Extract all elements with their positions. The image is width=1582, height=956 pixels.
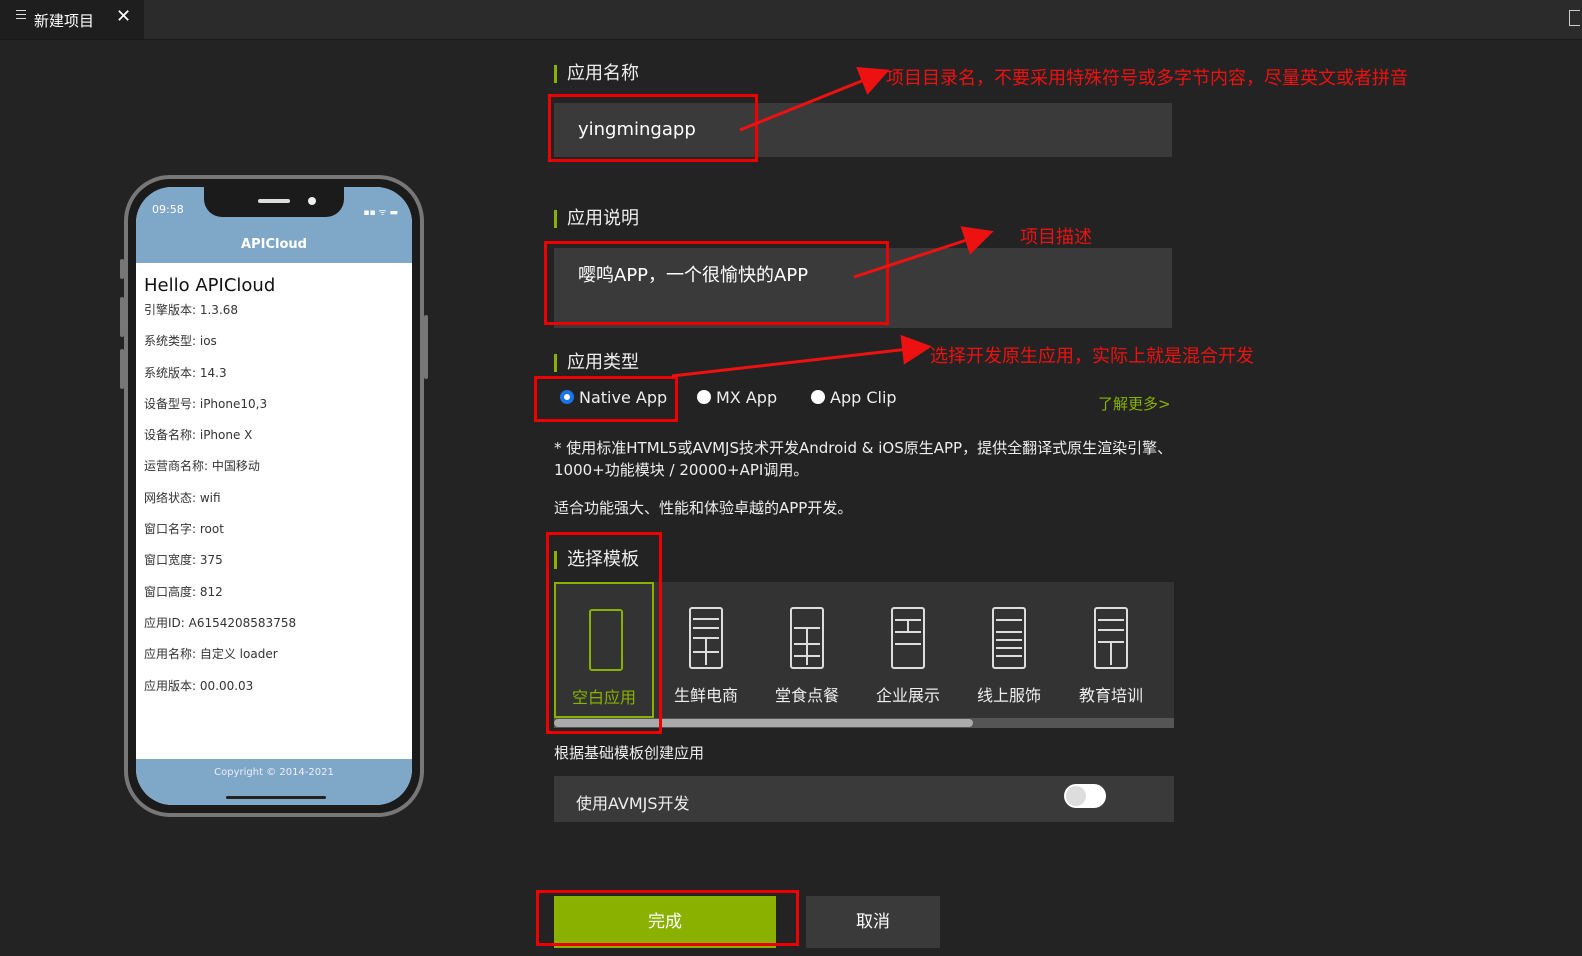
tab-new-project[interactable]: 新建项目 ✕ (0, 0, 144, 39)
radio-unchecked-icon (811, 390, 825, 404)
radio-checked-icon (560, 390, 574, 404)
learn-more-link[interactable]: 了解更多> (1098, 393, 1171, 414)
education-template-icon (1094, 607, 1128, 669)
info-line: 窗口名字: root (144, 522, 224, 537)
phone-side-button (120, 297, 124, 337)
template-carousel: 空白应用 生鲜电商 堂食点餐 企业展示 线上服饰 教育培训 (554, 582, 1174, 728)
info-line: 设备型号: iPhone10,3 (144, 396, 268, 411)
avmjs-toggle[interactable] (1064, 784, 1106, 808)
info-line: 应用版本: 00.00.03 (144, 678, 254, 693)
annotation-desc-note: 项目描述 (1020, 227, 1092, 248)
app-type-description: * 使用标准HTML5或AVMJS技术开发Android & iOS原生APP，… (554, 439, 1173, 479)
template-scrollbar[interactable] (554, 718, 1174, 728)
info-line: 系统类型: ios (144, 334, 217, 349)
phone-hello: Hello APICloud (144, 275, 276, 296)
phone-side-button (120, 349, 124, 389)
phone-screen: 09:58 ▪▪ ᯤ ▬ APICloud Hello APICloud 引擎版… (136, 187, 412, 805)
info-line: 应用名称: 自定义 loader (144, 647, 278, 662)
radio-native-app[interactable]: Native App (560, 388, 667, 407)
annotation-type-note: 选择开发原生应用，实际上就是混合开发 (930, 346, 1254, 367)
info-line: 设备名称: iPhone X (144, 428, 253, 443)
panel-icon[interactable] (1569, 10, 1580, 26)
dine-in-template-icon (790, 607, 824, 669)
phone-nav-title: APICloud (241, 237, 307, 252)
annotation-name-note: 项目目录名，不要采用特殊符号或多字节内容，尽量英文或者拼音 (886, 68, 1408, 89)
info-line: 窗口宽度: 375 (144, 553, 223, 568)
template-dine-in[interactable]: 堂食点餐 (757, 582, 857, 718)
tab-bar: 新建项目 ✕ (0, 0, 1582, 40)
phone-preview: 09:58 ▪▪ ᯤ ▬ APICloud Hello APICloud 引擎版… (120, 175, 428, 817)
template-enterprise[interactable]: 企业展示 (858, 582, 958, 718)
avmjs-label: 使用AVMJS开发 (576, 794, 690, 813)
radio-unchecked-icon (697, 390, 711, 404)
close-icon[interactable]: ✕ (116, 6, 131, 27)
info-line: 引擎版本: 1.3.68 (144, 303, 239, 317)
app-type-suitability: 适合功能强大、性能和体验卓越的APP开发。 (554, 499, 853, 517)
template-education[interactable]: 教育培训 (1061, 582, 1161, 718)
phone-time: 09:58 (152, 203, 184, 216)
template-blank[interactable]: 空白应用 (554, 582, 654, 718)
radio-app-clip[interactable]: App Clip (811, 388, 897, 407)
enterprise-template-icon (891, 607, 925, 669)
app-name-label: 应用名称 (554, 65, 639, 83)
blank-template-icon (589, 609, 623, 671)
info-line: 网络状态: wifi (144, 490, 221, 505)
radio-mx-app[interactable]: MX App (697, 388, 777, 407)
cancel-button[interactable]: 取消 (806, 896, 940, 948)
info-line: 运营商名称: 中国移动 (144, 459, 260, 474)
ecommerce-template-icon (689, 607, 723, 669)
app-desc-label: 应用说明 (554, 210, 639, 228)
phone-footer: Copyright © 2014-2021 (136, 759, 412, 805)
phone-side-button (424, 315, 428, 379)
menu-icon (16, 10, 26, 24)
status-icons: ▪▪ ᯤ ▬ (363, 208, 398, 218)
home-indicator (226, 796, 326, 799)
info-line: 窗口高度: 812 (144, 584, 223, 599)
phone-body: Hello APICloud 引擎版本: 1.3.68 系统类型: ios 系统… (144, 275, 406, 709)
info-line: 系统版本: 14.3 (144, 365, 227, 380)
scrollbar-thumb[interactable] (554, 719, 973, 727)
template-fresh-ecommerce[interactable]: 生鲜电商 (656, 582, 756, 718)
phone-side-button (120, 259, 124, 279)
phone-copyright: Copyright © 2014-2021 (214, 767, 334, 778)
app-desc-input[interactable]: 嘤鸣APP，一个很愉快的APP (554, 248, 1172, 328)
template-label: 选择模板 (554, 551, 639, 569)
info-line: 应用ID: A6154208583758 (144, 615, 297, 630)
fashion-template-icon (992, 607, 1026, 669)
phone-notch (204, 187, 344, 217)
avmjs-row: 使用AVMJS开发 (554, 776, 1174, 822)
finish-button[interactable]: 完成 (554, 896, 776, 948)
template-hint: 根据基础模板创建应用 (554, 744, 705, 762)
phone-header: 09:58 ▪▪ ᯤ ▬ APICloud (136, 187, 412, 263)
app-name-input[interactable]: yingmingapp (554, 103, 1172, 157)
template-online-fashion[interactable]: 线上服饰 (959, 582, 1059, 718)
app-type-label: 应用类型 (554, 354, 639, 372)
tab-title: 新建项目 (34, 12, 95, 30)
